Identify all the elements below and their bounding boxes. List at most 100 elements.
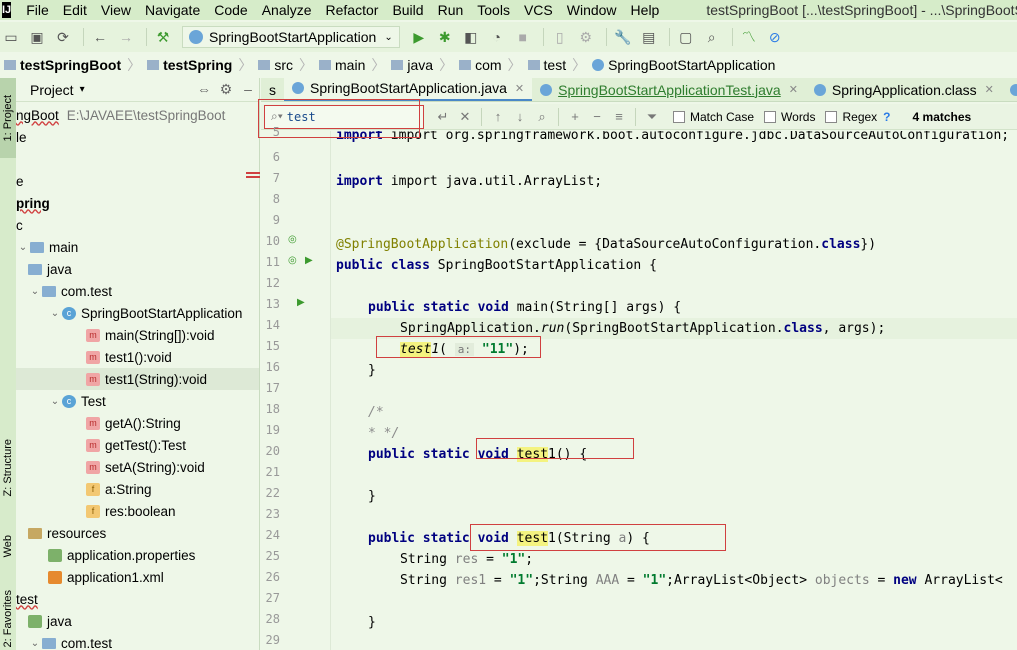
match-case-checkbox[interactable]: Match Case	[673, 110, 754, 124]
editor-tab-more[interactable]	[1002, 78, 1017, 101]
breadcrumb-module[interactable]: testSpring	[143, 57, 238, 73]
synchronize-icon[interactable]: ⟳	[52, 26, 74, 48]
tool-tab-project[interactable]: 1: Project	[0, 78, 16, 158]
search-everywhere-icon[interactable]: ⌕	[701, 26, 723, 48]
tree-row-method[interactable]: m main(String[]):void	[16, 324, 259, 346]
remove-occurrence-icon[interactable]: −	[586, 109, 608, 124]
tree-row-module[interactable]: pring	[16, 192, 259, 214]
open-folder-icon[interactable]: ▭	[0, 26, 22, 48]
tree-row-class[interactable]: ⌄ c SpringBootStartApplication	[16, 302, 259, 324]
save-all-icon[interactable]: ▣	[26, 26, 48, 48]
forward-arrow-icon[interactable]: →	[115, 26, 137, 48]
chevron-down-icon[interactable]: ⌄	[48, 396, 62, 407]
project-structure-icon[interactable]: ▤	[638, 26, 660, 48]
tree-row[interactable]: c	[16, 214, 259, 236]
close-icon[interactable]: ✕	[985, 83, 994, 96]
menu-analyze[interactable]: Analyze	[255, 2, 319, 18]
menu-file[interactable]: File	[19, 2, 56, 18]
profile-icon[interactable]: ◔	[486, 26, 508, 48]
tree-row-test[interactable]: test	[16, 588, 259, 610]
tree-row-file[interactable]: application1.xml	[16, 566, 259, 588]
tree-row[interactable]: le	[16, 126, 259, 148]
stop-icon[interactable]: ■	[512, 26, 534, 48]
menu-navigate[interactable]: Navigate	[138, 2, 207, 18]
debug-bug-icon[interactable]: ✱	[434, 26, 456, 48]
project-view-selector[interactable]: Project	[30, 82, 74, 98]
settings-wrench-icon[interactable]: 🔧	[612, 26, 634, 48]
run-with-coverage-icon[interactable]: ◧	[460, 26, 482, 48]
words-checkbox[interactable]: Words	[764, 110, 815, 124]
tree-row-java[interactable]: java	[16, 258, 259, 280]
find-all-icon[interactable]: ⌕	[531, 109, 553, 125]
menu-window[interactable]: Window	[560, 2, 624, 18]
tree-row-field[interactable]: f a:String	[16, 478, 259, 500]
breadcrumb-main[interactable]: main	[315, 57, 371, 73]
checkbox-box[interactable]	[764, 110, 777, 123]
run-configuration-select[interactable]: SpringBootStartApplication ⌄	[182, 26, 400, 48]
tree-row-method[interactable]: m getA():String	[16, 412, 259, 434]
tree-row-method-selected[interactable]: m test1(String):void	[16, 368, 259, 390]
gear-icon[interactable]: ⚙	[215, 81, 237, 98]
tree-row-java[interactable]: java	[16, 610, 259, 632]
tool-tab-web[interactable]: Web	[0, 526, 16, 566]
close-icon[interactable]: ✕	[789, 83, 798, 96]
breadcrumb-com[interactable]: com	[455, 57, 507, 73]
spring-bean-icon[interactable]: ◎	[288, 255, 297, 266]
regex-checkbox[interactable]: Regex	[825, 110, 877, 124]
menu-view[interactable]: View	[94, 2, 138, 18]
breadcrumb-class[interactable]: SpringBootStartApplication	[588, 57, 781, 73]
regex-help-link[interactable]: ?	[883, 110, 890, 124]
collapse-all-icon[interactable]: ⇔	[193, 81, 215, 98]
checkbox-box[interactable]	[673, 110, 685, 123]
tree-row-resources[interactable]: resources	[16, 522, 259, 544]
editor-tab-springapplication[interactable]: SpringApplication.class ✕	[806, 78, 1002, 101]
back-arrow-icon[interactable]: ←	[89, 26, 111, 48]
run-gutter-icon[interactable]: ▶	[297, 297, 305, 308]
menu-build[interactable]: Build	[385, 2, 430, 18]
next-occurrence-icon[interactable]: ↓	[509, 109, 531, 124]
chevron-down-icon[interactable]: ⌄	[16, 242, 30, 253]
menu-run[interactable]: Run	[431, 2, 471, 18]
breadcrumb-java[interactable]: java	[387, 57, 439, 73]
no-entry-icon[interactable]: ⊘	[764, 26, 786, 48]
update-app-icon[interactable]: ▯	[549, 26, 571, 48]
breadcrumb-project[interactable]: testSpringBoot	[0, 57, 127, 73]
filter-icon[interactable]: ⏷	[641, 109, 663, 125]
chevron-down-icon[interactable]: ⌄	[48, 308, 62, 319]
menu-edit[interactable]: Edit	[56, 2, 94, 18]
tree-row-main[interactable]: ⌄ main	[16, 236, 259, 258]
tool-tab-structure[interactable]: Z: Structure	[0, 428, 16, 508]
tree-row[interactable]: e	[16, 170, 259, 192]
select-all-occurrences-icon[interactable]: ≡	[608, 109, 630, 124]
editor-tab-springbootstartapplication[interactable]: SpringBootStartApplication.java ✕	[284, 78, 533, 101]
build-hammer-icon[interactable]: ⚒	[152, 26, 174, 48]
terminal-window-icon[interactable]: ▢	[675, 26, 697, 48]
close-icon[interactable]: ✕	[515, 82, 524, 95]
activity-chart-icon[interactable]: 〽	[738, 26, 760, 48]
breadcrumb-src[interactable]: src	[254, 57, 299, 73]
tree-row-method[interactable]: m test1():void	[16, 346, 259, 368]
run-gutter-icon[interactable]: ▶	[305, 255, 313, 266]
editor-tab-overflow[interactable]: s	[261, 78, 284, 101]
editor-tab-test[interactable]: SpringBootStartApplicationTest.java ✕	[532, 78, 806, 101]
clear-search-icon[interactable]: ✕	[454, 109, 476, 125]
checkbox-box[interactable]	[825, 110, 838, 123]
menu-vcs[interactable]: VCS	[517, 2, 560, 18]
tool-tab-favorites[interactable]: 2: Favorites	[0, 588, 16, 650]
chevron-down-icon[interactable]: ⌄	[28, 638, 42, 649]
add-occurrence-icon[interactable]: +	[564, 109, 586, 124]
tree-row-file[interactable]: application.properties	[16, 544, 259, 566]
spring-bean-icon[interactable]: ◎	[288, 234, 297, 245]
tree-row-package[interactable]: ⌄ com.test	[16, 632, 259, 650]
menu-code[interactable]: Code	[207, 2, 254, 18]
chevron-down-icon[interactable]: ▾	[80, 84, 85, 95]
tree-row-method[interactable]: m getTest():Test	[16, 434, 259, 456]
menu-help[interactable]: Help	[624, 2, 667, 18]
breadcrumb-test[interactable]: test	[524, 57, 573, 73]
menu-tools[interactable]: Tools	[470, 2, 517, 18]
run-icon[interactable]: ▶	[408, 26, 430, 48]
hide-panel-icon[interactable]: –	[237, 81, 259, 98]
tree-row-project-root[interactable]: ngBoot E:\JAVAEE\testSpringBoot	[16, 104, 259, 126]
tree-row-package[interactable]: ⌄ com.test	[16, 280, 259, 302]
chevron-down-icon[interactable]: ⌄	[28, 286, 42, 297]
